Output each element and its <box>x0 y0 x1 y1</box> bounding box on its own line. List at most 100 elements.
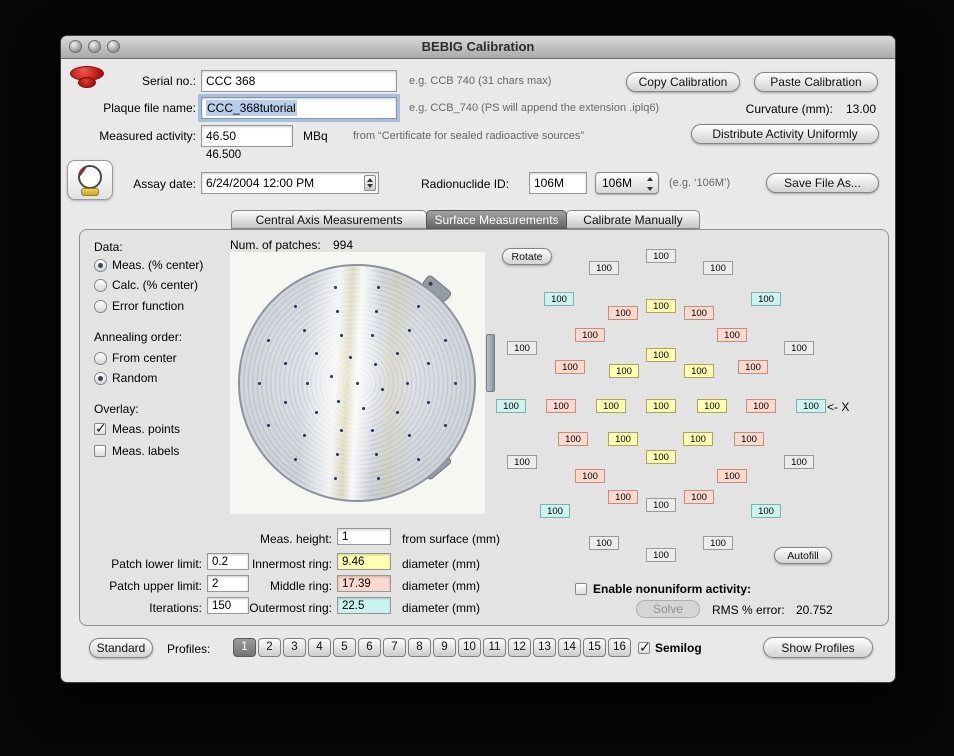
profile-button-15[interactable]: 15 <box>583 638 606 657</box>
profile-button-8[interactable]: 8 <box>408 638 431 657</box>
rotate-button[interactable]: Rotate <box>502 248 552 265</box>
checkbox-meas-points[interactable] <box>94 420 107 437</box>
paste-calibration-button[interactable]: Paste Calibration <box>754 72 878 92</box>
measured-activity-input[interactable]: 46.50 <box>201 125 293 147</box>
patch-value-box[interactable]: 100 <box>703 536 733 550</box>
innermost-ring-input[interactable]: 9.46 <box>337 553 391 570</box>
profile-button-6[interactable]: 6 <box>358 638 381 657</box>
patch-value-box[interactable]: 100 <box>684 490 714 504</box>
radio-meas-percent-center[interactable] <box>94 259 107 272</box>
distribute-activity-uniformly-button[interactable]: Distribute Activity Uniformly <box>691 124 879 144</box>
patch-value-box[interactable]: 100 <box>609 364 639 378</box>
patch-value-box[interactable]: 100 <box>608 306 638 320</box>
profile-button-1[interactable]: 1 <box>233 638 256 657</box>
patch-value-box[interactable]: 100 <box>646 450 676 464</box>
window-titlebar[interactable]: BEBIG Calibration <box>61 36 895 59</box>
save-file-as-button[interactable]: Save File As... <box>766 173 879 193</box>
patch-value-box[interactable]: 100 <box>496 399 526 413</box>
patch-value-box[interactable]: 100 <box>608 490 638 504</box>
profile-button-12[interactable]: 12 <box>508 638 531 657</box>
solve-button[interactable]: Solve <box>636 600 700 618</box>
profiles-label: Profiles: <box>167 642 211 656</box>
middle-ring-input[interactable]: 17.39 <box>337 575 391 592</box>
outermost-ring-label: Outermost ring: <box>249 601 332 615</box>
assay-date-stepper[interactable] <box>364 175 376 191</box>
semilog-checkbox[interactable] <box>638 639 651 656</box>
patch-value-box[interactable]: 100 <box>746 399 776 413</box>
patch-value-box[interactable]: 100 <box>507 455 537 469</box>
assay-date-value: 6/24/2004 12:00 PM <box>206 176 315 190</box>
patch-value-box[interactable]: 100 <box>544 292 574 306</box>
popup-arrows-icon <box>646 176 655 192</box>
radio-from-center[interactable] <box>94 352 107 365</box>
profile-button-2[interactable]: 2 <box>258 638 281 657</box>
patch-value-box[interactable]: 100 <box>684 306 714 320</box>
serial-no-label: Serial no.: <box>141 74 196 88</box>
radio-error-function[interactable] <box>94 300 107 313</box>
patch-value-box[interactable]: 100 <box>646 498 676 512</box>
patch-value-box[interactable]: 100 <box>717 469 747 483</box>
patch-value-box[interactable]: 100 <box>575 328 605 342</box>
patch-value-box[interactable]: 100 <box>596 399 626 413</box>
patch-value-box[interactable]: 100 <box>796 399 826 413</box>
patch-value-box[interactable]: 100 <box>784 341 814 355</box>
patch-value-box[interactable]: 100 <box>717 328 747 342</box>
profile-button-7[interactable]: 7 <box>383 638 406 657</box>
patch-value-box[interactable]: 100 <box>589 261 619 275</box>
serial-no-input[interactable]: CCC 368 <box>201 70 397 92</box>
middle-diameter-hint: diameter (mm) <box>402 579 481 593</box>
profile-button-9[interactable]: 9 <box>433 638 456 657</box>
copy-calibration-button[interactable]: Copy Calibration <box>626 72 740 92</box>
activity-converted-value: 46.500 <box>206 149 242 161</box>
profile-button-16[interactable]: 16 <box>608 638 631 657</box>
patch-value-box[interactable]: 100 <box>546 399 576 413</box>
meas-height-input[interactable]: 1 <box>337 528 391 545</box>
show-profiles-button[interactable]: Show Profiles <box>763 637 873 658</box>
standard-button[interactable]: Standard <box>89 638 153 658</box>
patch-value-box[interactable]: 100 <box>646 299 676 313</box>
patch-value-box[interactable]: 100 <box>751 504 781 518</box>
radionuclide-id-input[interactable]: 106M <box>529 172 587 194</box>
enable-nonuniform-activity-checkbox[interactable] <box>575 583 587 595</box>
checkbox-meas-labels[interactable] <box>94 445 106 457</box>
autofill-button[interactable]: Autofill <box>774 547 832 564</box>
radio-calc-percent-center[interactable] <box>94 279 107 292</box>
patch-value-box[interactable]: 100 <box>697 399 727 413</box>
profile-button-13[interactable]: 13 <box>533 638 556 657</box>
radionuclide-popup-menu[interactable]: 106M <box>595 172 659 194</box>
radio-random[interactable] <box>94 372 107 385</box>
patch-value-box[interactable]: 100 <box>646 348 676 362</box>
patch-value-box[interactable]: 100 <box>646 249 676 263</box>
tab-calibrate-manually[interactable]: Calibrate Manually <box>566 210 700 229</box>
profile-button-3[interactable]: 3 <box>283 638 306 657</box>
plaque-file-name-input[interactable]: CCC_368tutorial <box>201 97 397 119</box>
patch-value-box[interactable]: 100 <box>575 469 605 483</box>
patch-value-box[interactable]: 100 <box>558 432 588 446</box>
patch-value-box[interactable]: 100 <box>540 504 570 518</box>
patch-value-box[interactable]: 100 <box>507 341 537 355</box>
patch-value-box[interactable]: 100 <box>683 432 713 446</box>
patch-value-box[interactable]: 100 <box>703 261 733 275</box>
patch-value-box[interactable]: 100 <box>646 399 676 413</box>
popup-down-arrow-icon <box>647 187 653 191</box>
patch-value-box[interactable]: 100 <box>555 360 585 374</box>
patch-value-box[interactable]: 100 <box>608 432 638 446</box>
assay-date-input[interactable]: 6/24/2004 12:00 PM <box>201 172 379 194</box>
patch-value-box[interactable]: 100 <box>738 360 768 374</box>
profile-button-14[interactable]: 14 <box>558 638 581 657</box>
patch-value-box[interactable]: 100 <box>646 548 676 562</box>
patch-value-box[interactable]: 100 <box>734 432 764 446</box>
outermost-ring-input[interactable]: 22.5 <box>337 597 391 614</box>
patch-value-box[interactable]: 100 <box>784 455 814 469</box>
profile-button-10[interactable]: 10 <box>458 638 481 657</box>
profile-button-4[interactable]: 4 <box>308 638 331 657</box>
patch-upper-limit-label: Patch upper limit: <box>109 579 202 593</box>
stepper-down-icon <box>367 184 373 188</box>
tab-surface-measurements[interactable]: Surface Measurements <box>426 210 567 229</box>
tab-central-axis-measurements[interactable]: Central Axis Measurements <box>231 210 427 229</box>
patch-value-box[interactable]: 100 <box>751 292 781 306</box>
patch-value-box[interactable]: 100 <box>684 364 714 378</box>
profile-button-11[interactable]: 11 <box>483 638 506 657</box>
patch-value-box[interactable]: 100 <box>589 536 619 550</box>
profile-button-5[interactable]: 5 <box>333 638 356 657</box>
